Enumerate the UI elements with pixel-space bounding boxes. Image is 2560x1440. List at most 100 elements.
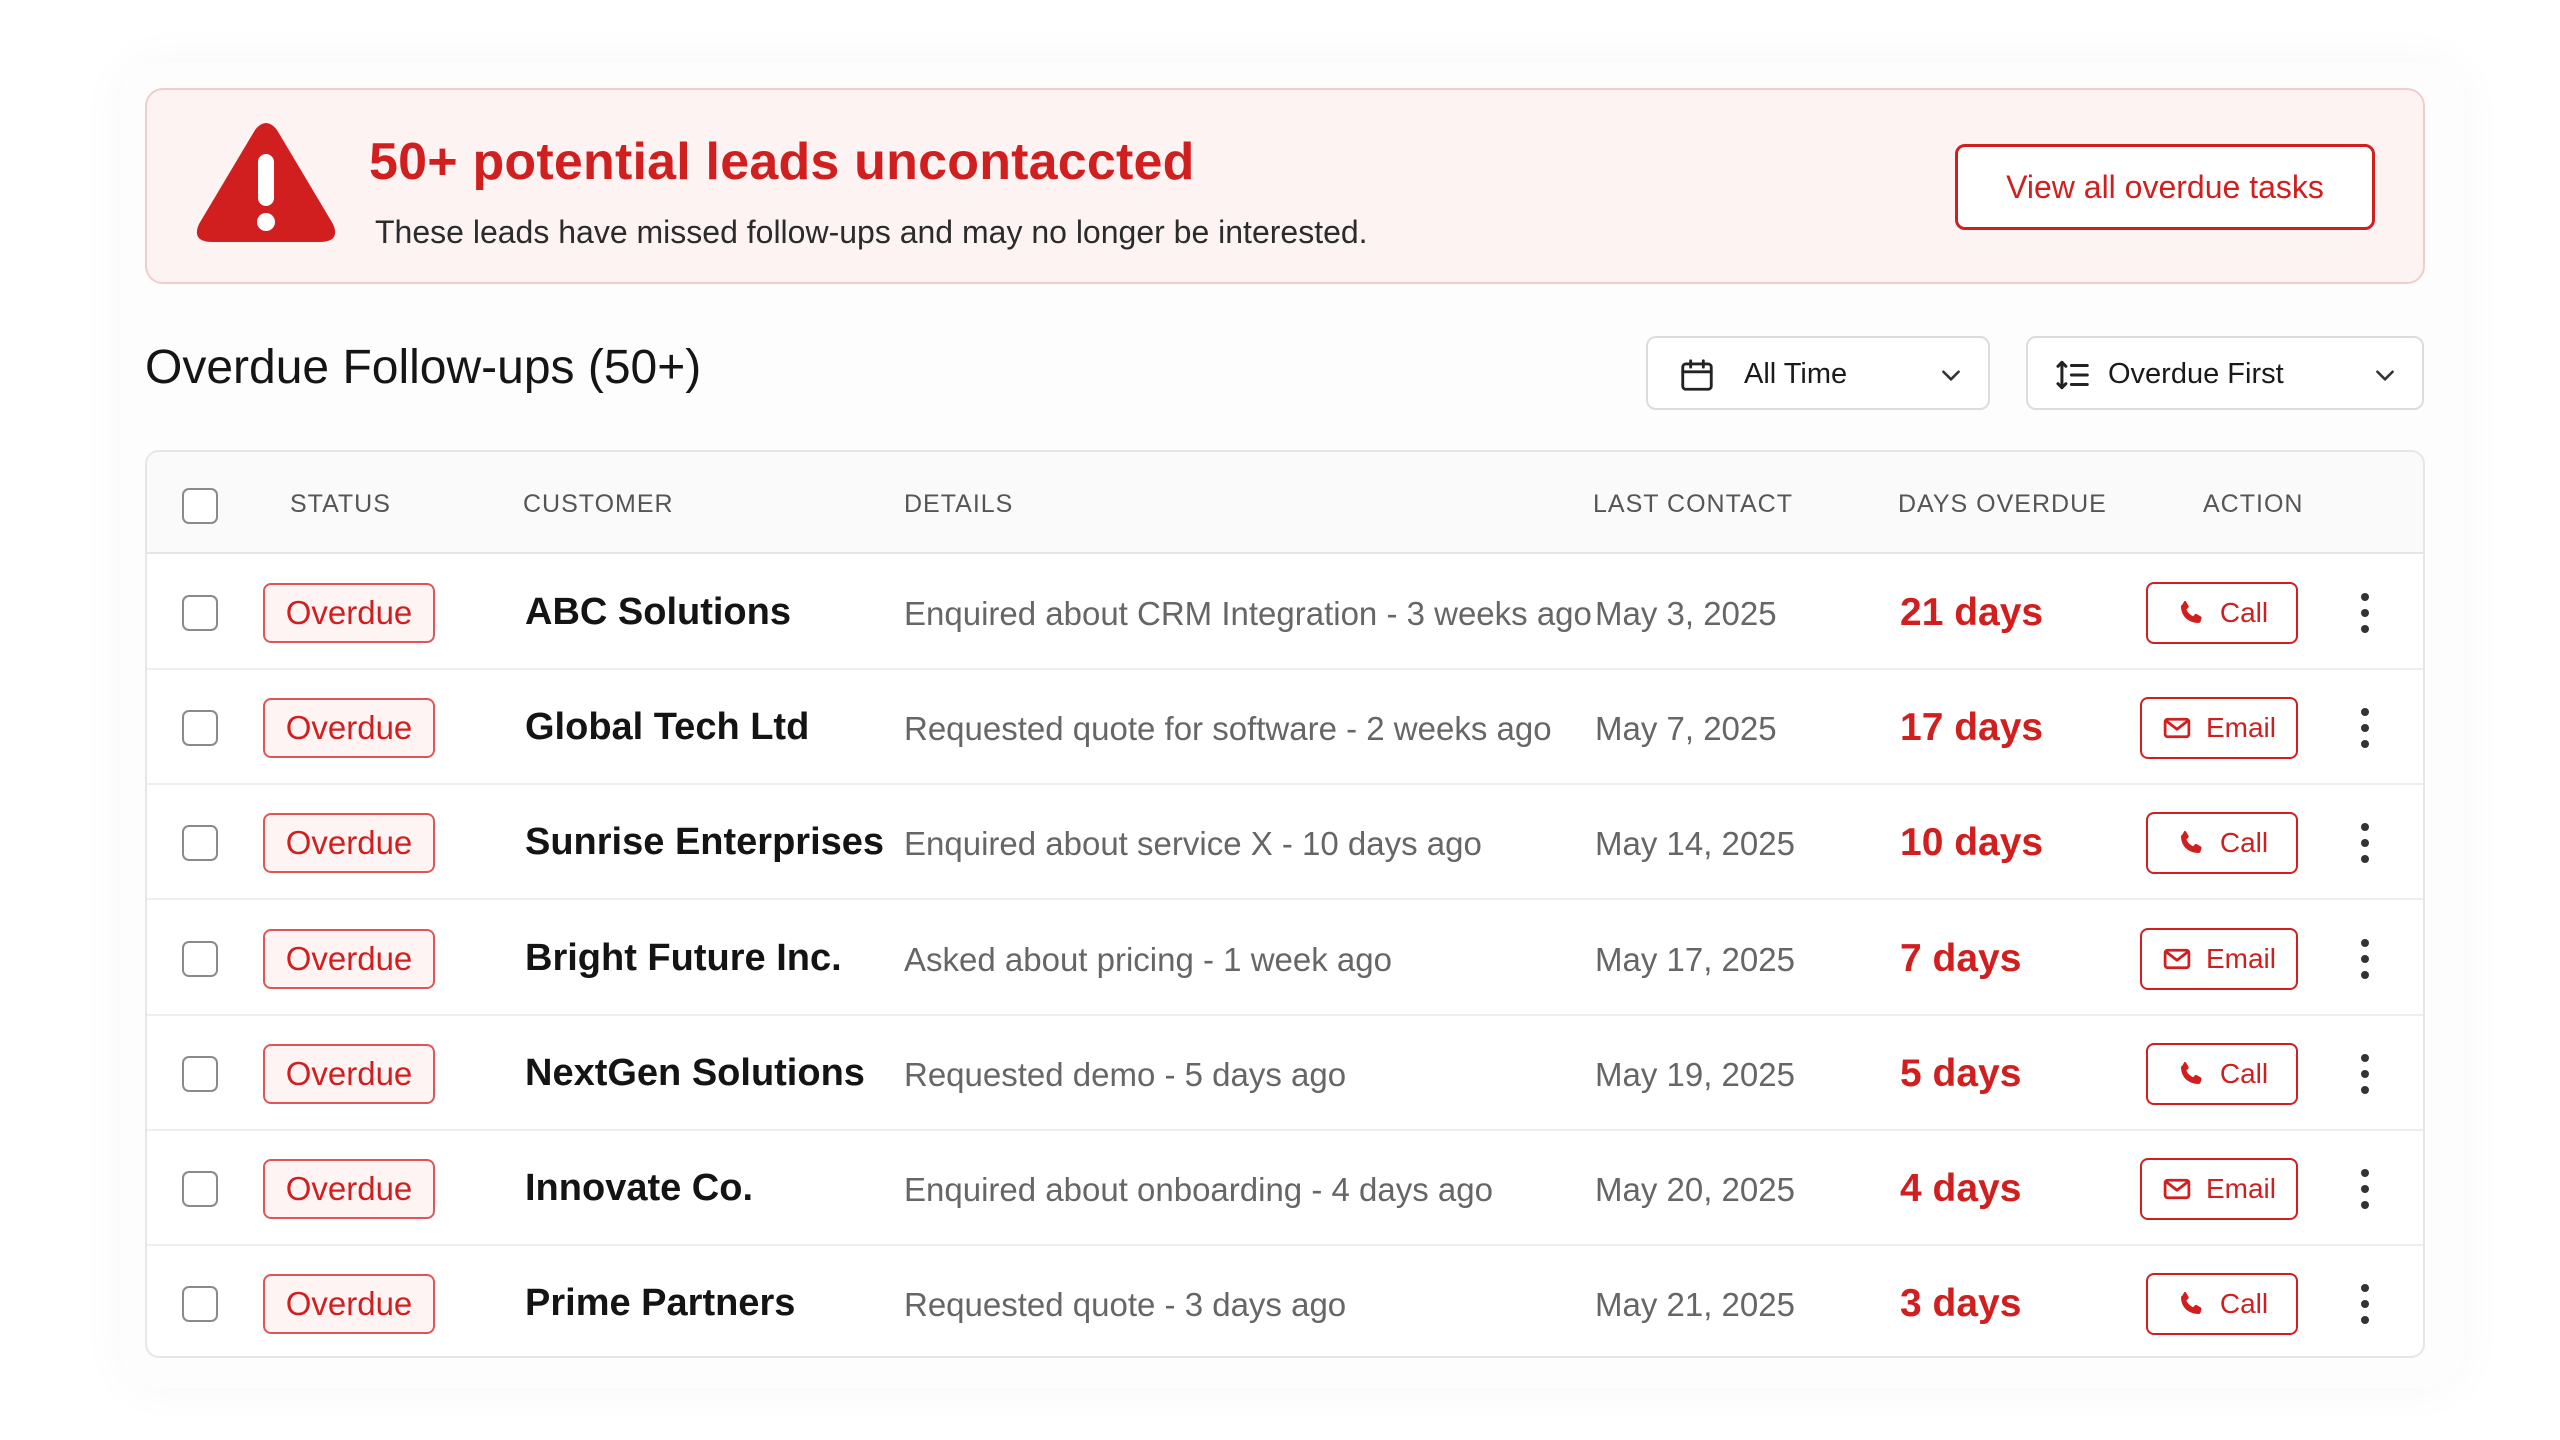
more-options-icon[interactable] [2355,1282,2375,1326]
header-action: Action [2203,490,2304,518]
customer-name[interactable]: Sunrise Enterprises [525,821,884,864]
days-overdue: 3 days [1900,1282,2022,1326]
lead-details: Requested quote - 3 days ago [904,1286,1347,1324]
overdue-alert-banner: 50+ potential leads uncontaccted These l… [145,88,2425,284]
customer-name[interactable]: Bright Future Inc. [525,937,842,980]
overdue-followups-table: Status Customer Details Last Contact Day… [145,450,2425,1358]
days-overdue: 10 days [1900,821,2044,865]
lead-details: Asked about pricing - 1 week ago [904,940,1392,978]
status-badge: Overdue [263,698,435,759]
customer-name[interactable]: NextGen Solutions [525,1052,865,1095]
email-button[interactable]: Email [2140,927,2298,990]
last-contact-date: May 21, 2025 [1595,1286,1795,1324]
alert-title: 50+ potential leads uncontaccted [369,133,1195,191]
call-button[interactable]: Call [2146,582,2298,644]
status-badge: Overdue [263,813,435,874]
mail-icon [2163,718,2191,739]
row-checkbox[interactable] [182,710,218,747]
chevron-down-icon [1942,370,1960,381]
more-options-icon[interactable] [2355,706,2375,750]
table-row: Overdue ABC Solutions Enquired about CRM… [147,555,2423,670]
customer-name[interactable]: ABC Solutions [525,591,791,634]
header-status: Status [290,490,391,518]
row-checkbox[interactable] [182,1286,218,1323]
phone-icon [2180,1061,2202,1084]
alert-subtitle: These leads have missed follow-ups and m… [375,214,1368,250]
chevron-down-icon [2376,370,2394,381]
last-contact-date: May 19, 2025 [1595,1055,1795,1093]
call-button[interactable]: Call [2146,812,2298,875]
more-options-icon[interactable] [2355,821,2375,865]
header-customer: Customer [523,490,674,518]
status-badge: Overdue [263,1043,435,1104]
mail-icon [2163,948,2191,969]
action-label: Email [2205,1173,2276,1204]
header-details: Details [904,490,1014,518]
status-badge: Overdue [263,1274,435,1335]
row-checkbox[interactable] [182,595,218,631]
phone-icon [2180,601,2202,623]
sort-icon [2056,360,2089,390]
phone-icon [2180,831,2202,854]
action-label: Call [2219,1288,2269,1320]
customer-name[interactable]: Innovate Co. [525,1167,753,1210]
table-row: Overdue Innovate Co. Enquired about onbo… [147,1131,2423,1246]
table-header: Status Customer Details Last Contact Day… [147,452,2423,554]
status-badge: Overdue [263,1159,435,1219]
header-last-contact: Last Contact [1593,490,1793,518]
table-row: Overdue Sunrise Enterprises Enquired abo… [147,785,2423,901]
action-label: Call [2219,827,2269,859]
action-label: Email [2205,942,2276,974]
email-button[interactable]: Email [2140,1158,2298,1220]
status-badge: Overdue [263,928,435,989]
last-contact-date: May 17, 2025 [1595,940,1795,978]
section-title: Overdue Follow-ups (50+) [145,341,702,394]
lead-details: Requested quote for software - 2 weeks a… [904,710,1552,748]
row-checkbox[interactable] [182,940,218,977]
row-checkbox[interactable] [182,1171,218,1207]
last-contact-date: May 3, 2025 [1595,595,1777,632]
days-overdue: 21 days [1900,591,2044,634]
more-options-icon[interactable] [2355,1167,2375,1211]
sort-label: Overdue First [2108,358,2284,390]
more-options-icon[interactable] [2355,937,2375,981]
days-overdue: 7 days [1900,936,2022,980]
table-row: Overdue NextGen Solutions Requested demo… [147,1016,2423,1131]
mail-icon [2163,1178,2191,1200]
days-overdue: 4 days [1900,1167,2022,1210]
call-button[interactable]: Call [2146,1042,2298,1105]
lead-details: Enquired about CRM Integration - 3 weeks… [904,595,1592,632]
select-all-checkbox[interactable] [182,488,218,524]
action-label: Call [2219,1057,2269,1089]
email-button[interactable]: Email [2140,697,2298,760]
table-row: Overdue Prime Partners Requested quote -… [147,1246,2423,1356]
last-contact-date: May 20, 2025 [1595,1171,1795,1208]
more-options-icon[interactable] [2355,591,2375,635]
row-checkbox[interactable] [182,1055,218,1092]
phone-icon [2180,1292,2202,1315]
action-label: Call [2219,597,2269,628]
more-options-icon[interactable] [2355,1052,2375,1096]
customer-name[interactable]: Prime Partners [525,1282,795,1325]
calendar-icon [1681,359,1713,391]
lead-details: Enquired about onboarding - 4 days ago [904,1171,1493,1208]
warning-triangle-icon [196,123,336,242]
row-checkbox[interactable] [182,825,218,862]
last-contact-date: May 14, 2025 [1595,825,1795,863]
lead-details: Requested demo - 5 days ago [904,1055,1347,1093]
time-filter-label: All Time [1744,358,1848,390]
time-filter-dropdown[interactable]: All Time [1646,336,1990,410]
status-badge: Overdue [263,583,435,643]
customer-name[interactable]: Global Tech Ltd [525,706,809,749]
days-overdue: 5 days [1900,1051,2022,1095]
lead-details: Enquired about service X - 10 days ago [904,825,1482,863]
view-all-overdue-tasks-button[interactable]: View all overdue tasks [1955,144,2375,230]
action-label: Email [2205,712,2276,744]
table-row: Overdue Global Tech Ltd Requested quote … [147,670,2423,786]
call-button[interactable]: Call [2146,1273,2298,1336]
table-row: Overdue Bright Future Inc. Asked about p… [147,901,2423,1016]
last-contact-date: May 7, 2025 [1595,710,1777,748]
days-overdue: 17 days [1900,706,2044,750]
header-days-overdue: Days Overdue [1898,490,2107,518]
sort-dropdown[interactable]: Overdue First [2026,336,2424,410]
